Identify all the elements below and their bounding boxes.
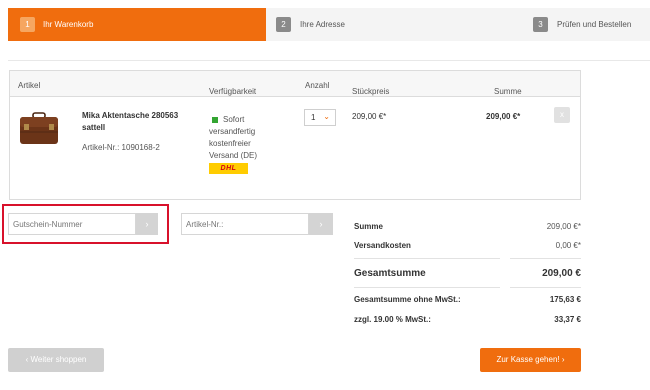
summary-divider [510,287,581,288]
dhl-logo-text: DHL [220,165,237,172]
quantity-value: 1 [311,113,316,122]
article-add-button[interactable]: › [309,213,333,235]
continue-shopping-button[interactable]: ‹ Weiter shoppen [8,348,104,372]
availability-line-2: versandfertig [209,127,256,136]
vat-label: zzgl. 19.00 % MwSt.: [354,315,431,324]
product-article-number: Artikel-Nr.: 1090168-2 [82,143,160,152]
header-total: Summe [494,87,522,96]
step-3-label: Prüfen und Bestellen [557,20,632,29]
checkout-button[interactable]: Zur Kasse gehen! › [480,348,581,372]
vat-value: 33,37 € [554,315,581,324]
step-3-number: 3 [533,17,548,32]
voucher-input[interactable] [8,213,136,235]
voucher-submit-button[interactable]: › [136,213,158,235]
article-number-input[interactable] [181,213,309,235]
shipping-label: Versandkosten [354,241,411,250]
chevron-down-icon: ⌄ [323,112,330,121]
product-name[interactable]: Mika Aktentasche 280563 sattell [82,110,192,134]
quantity-select[interactable]: 1 ⌄ [304,109,336,126]
header-unit-price: Stückpreis [352,87,390,96]
summary-divider [354,287,500,288]
line-total: 209,00 €* [486,112,521,121]
subtotal-value: 209,00 €* [546,222,581,231]
subtotal-label: Summe [354,222,383,231]
unit-price: 209,00 €* [352,112,387,121]
header-availability: Verfügbarkeit [209,87,257,96]
dhl-logo: DHL [209,163,248,174]
net-total-label: Gesamtsumme ohne MwSt.: [354,295,461,304]
grand-total-label: Gesamtsumme [354,268,426,279]
header-article: Artikel [18,81,41,90]
grand-total-value: 209,00 € [542,268,581,279]
step-1-label: Ihr Warenkorb [43,20,94,29]
step-1-number: 1 [20,17,35,32]
summary-divider [354,258,500,259]
net-total-value: 175,63 € [549,295,581,304]
availability-line-4: Versand (DE) [209,151,258,160]
step-2-number: 2 [276,17,291,32]
availability-line-3: kostenfreier [209,139,251,148]
divider [8,60,650,61]
close-icon: x [560,110,564,119]
summary-divider [510,258,581,259]
product-image[interactable] [18,112,60,146]
shipping-value: 0,00 €* [555,241,581,250]
chevron-right-icon: › [319,219,323,229]
availability-indicator [212,117,218,123]
remove-item-button[interactable]: x [554,107,570,123]
chevron-right-icon: › [145,219,149,229]
availability-line-1: Sofort [223,115,245,124]
header-quantity: Anzahl [305,81,330,90]
step-2-label: Ihre Adresse [300,20,345,29]
